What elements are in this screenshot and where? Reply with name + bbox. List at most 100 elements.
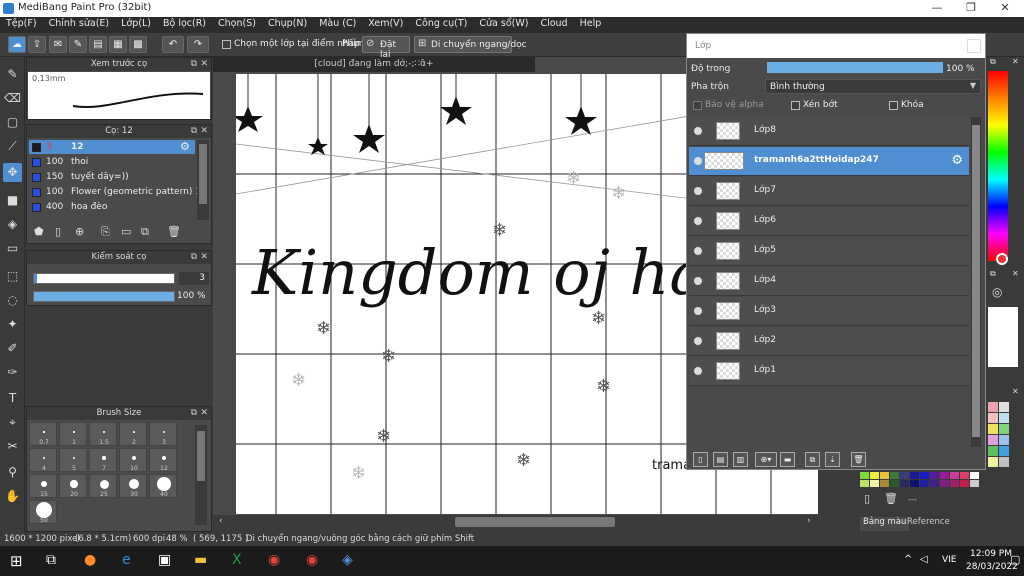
layer-list-scrollbar[interactable] [971, 117, 981, 447]
color-swatch[interactable] [999, 446, 1009, 456]
cloud-icon[interactable]: ☁ [8, 36, 26, 53]
brush-size-cell[interactable]: 3 [149, 422, 177, 446]
add-brush-icon[interactable]: ⊕ [75, 225, 84, 238]
color-swatch[interactable] [950, 472, 959, 479]
color-swatch[interactable] [970, 480, 979, 487]
color-swatch[interactable] [930, 480, 939, 487]
color-swatch[interactable] [900, 480, 909, 487]
color-swatch[interactable] [920, 480, 929, 487]
brush-item[interactable]: 3 12 ⚙ [29, 140, 195, 154]
menu-select[interactable]: Chọn(S) [212, 17, 262, 33]
windows-start-icon[interactable]: ⊞ [10, 552, 23, 570]
color-swatch[interactable] [960, 472, 969, 479]
brush-size-cell[interactable]: 7 [89, 448, 117, 472]
brush-size-scrollbar[interactable] [195, 425, 207, 525]
brush-size-cell[interactable]: 10 [119, 448, 147, 472]
color-swatch[interactable] [870, 480, 879, 487]
tab-reference[interactable]: Reference [904, 517, 953, 531]
speaker-icon[interactable]: ◁ [920, 554, 928, 565]
visibility-icon[interactable] [694, 307, 702, 315]
color-swatch[interactable] [999, 413, 1009, 423]
layer-row[interactable]: Lớp2 [689, 327, 969, 356]
brush-item[interactable]: 400 hoa đèo [29, 200, 195, 214]
close-panel-icon[interactable]: ✕ [1012, 57, 1019, 66]
document-tab[interactable]: [cloud] đang làm dở;-;∷α̑+ [213, 57, 535, 72]
task-view-icon[interactable]: ⧉ [46, 552, 56, 568]
new-layer-icon[interactable]: ▯ [693, 452, 708, 467]
popout-icon[interactable]: ⧉ [191, 58, 197, 71]
close-panel-icon[interactable]: ✕ [200, 251, 208, 264]
lock-checkbox[interactable] [889, 101, 898, 110]
trash-icon[interactable]: 🗑 [884, 492, 898, 505]
layer-row[interactable]: Lớp7 [689, 177, 969, 206]
add-layer-menu-icon[interactable]: ⊕▾ [755, 452, 777, 467]
notification-icon[interactable]: ▢ [1010, 553, 1020, 566]
color-swatch[interactable] [988, 435, 998, 445]
color-swatch[interactable] [880, 472, 889, 479]
medibang-icon[interactable]: ◈ [342, 552, 353, 568]
duplicate-layer-icon[interactable]: ⧉ [805, 452, 820, 467]
excel-icon[interactable]: X [232, 552, 242, 568]
color-swatch[interactable] [870, 472, 879, 479]
move-tool-icon[interactable]: ✥ [3, 163, 22, 182]
close-panel-icon[interactable]: ✕ [200, 407, 208, 420]
color-swatch[interactable] [910, 472, 919, 479]
scrollbar-thumb[interactable] [199, 144, 207, 204]
color-swatch[interactable] [860, 480, 869, 487]
new-color-layer-icon[interactable]: ▥ [733, 452, 748, 467]
color-swatch[interactable] [999, 402, 1009, 412]
brush-size-cell[interactable]: 20 [59, 474, 87, 498]
visibility-icon[interactable] [694, 127, 702, 135]
color-swatch[interactable] [940, 480, 949, 487]
operation-tool-icon[interactable]: ⌖ [3, 413, 22, 432]
navigator-thumbnail[interactable] [988, 307, 1018, 367]
visibility-icon[interactable] [694, 247, 702, 255]
color-swatch[interactable] [988, 413, 998, 423]
scroll-left-icon[interactable]: ‹ [219, 516, 223, 526]
store-icon[interactable]: ▣ [158, 552, 171, 568]
fill-icon[interactable]: ⬟ [34, 225, 44, 238]
clock-time[interactable]: 12:09 PM [970, 549, 1012, 559]
redo-icon[interactable]: ↷ [187, 36, 209, 53]
copy-icon[interactable]: ⎘ [101, 225, 110, 239]
color-swatch[interactable] [988, 457, 998, 467]
brush-size-cell[interactable]: 4 [29, 448, 57, 472]
brush-size-cell[interactable]: 5 [59, 448, 87, 472]
menu-filter[interactable]: Bộ lọc(R) [157, 17, 212, 33]
maximize-button[interactable]: ❐ [956, 1, 986, 14]
color-swatch[interactable] [930, 472, 939, 479]
grid-icon[interactable]: ▦ [109, 36, 127, 53]
brush-tool-icon[interactable]: ✎ [3, 65, 22, 84]
chat-icon[interactable]: ✉ [49, 36, 67, 53]
brush-size-cell[interactable]: 30 [119, 474, 147, 498]
color-swatch[interactable] [920, 472, 929, 479]
select-one-layer-checkbox[interactable] [222, 40, 231, 49]
reset-button[interactable]: ⊘ Đặt lại [362, 36, 410, 60]
color-swatch[interactable] [960, 480, 969, 487]
visibility-icon[interactable] [694, 367, 702, 375]
visibility-icon[interactable] [694, 187, 702, 195]
pen-tool-icon[interactable]: ⟋ [3, 137, 22, 156]
protect-alpha-checkbox[interactable] [693, 101, 702, 110]
visibility-icon[interactable] [694, 157, 702, 165]
firefox-icon[interactable]: ● [84, 552, 96, 568]
eraser-tool-icon[interactable]: ⌫ [3, 89, 22, 108]
divide-tool-icon[interactable]: ✂ [3, 437, 22, 456]
popout-icon[interactable]: ⧉ [990, 57, 996, 67]
size-value[interactable]: 3 [179, 272, 209, 285]
hand-tool-icon[interactable]: ✋ [3, 487, 22, 506]
color-swatch[interactable] [999, 435, 1009, 445]
tab-color-palette[interactable]: Bảng màu [860, 517, 910, 531]
popout-icon[interactable]: ⧉ [990, 269, 996, 279]
brush-size-cell[interactable]: 12 [149, 448, 177, 472]
menu-edit[interactable]: Chỉnh sửa(E) [43, 17, 116, 33]
visibility-icon[interactable] [694, 217, 702, 225]
brush-size-cell[interactable]: 1 [59, 422, 87, 446]
brush-size-cell[interactable]: 1.5 [89, 422, 117, 446]
trash-icon[interactable]: 🗑 [167, 225, 181, 238]
blend-mode-select[interactable]: Bình thường ▼ [765, 79, 981, 94]
dot-tool-icon[interactable]: ▢ [3, 113, 22, 132]
brush-size-cell[interactable]: 0.7 [29, 422, 57, 446]
hue-picker[interactable] [996, 253, 1008, 265]
trash-icon[interactable]: 🗑 [851, 452, 866, 467]
